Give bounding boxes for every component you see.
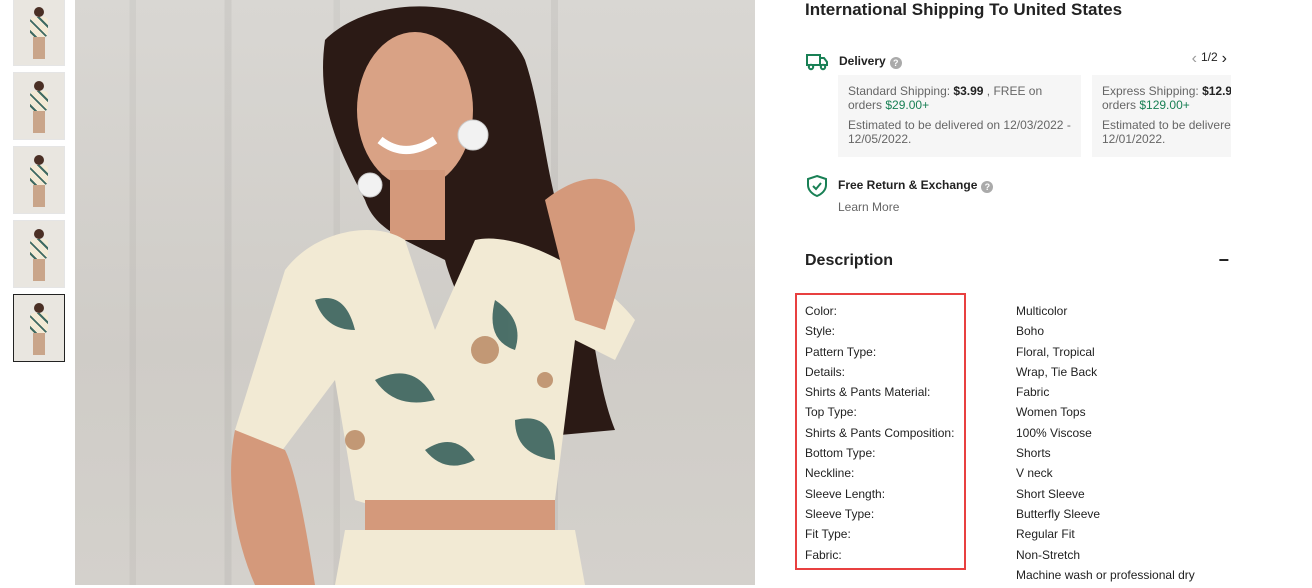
- thumbnail-3[interactable]: [13, 146, 65, 214]
- thumbnail-1[interactable]: [13, 0, 65, 66]
- option-estimate: Estimated to be delivered on 12/03/2022 …: [848, 118, 1071, 146]
- attribute-label: Fit Type:: [805, 527, 851, 542]
- free-return-text: Free Return & Exchange: [838, 178, 978, 192]
- thumbnail-4[interactable]: [13, 220, 65, 288]
- attribute-value: Shorts: [1016, 446, 1051, 461]
- chevron-right-icon[interactable]: ›: [1218, 50, 1231, 68]
- attribute-value: Floral, Tropical: [1016, 344, 1095, 359]
- attribute-label: Sleeve Length:: [805, 486, 886, 501]
- chevron-left-icon[interactable]: ‹: [1188, 50, 1201, 68]
- attribute-value: 100% Viscose: [1016, 425, 1092, 440]
- help-icon[interactable]: ?: [981, 181, 994, 193]
- attribute-value: Machine wash or professional dry: [1016, 567, 1195, 582]
- attribute-value: Butterfly Sleeve: [1016, 506, 1101, 521]
- attribute-value: Boho: [1016, 324, 1045, 339]
- attribute-label: Sleeve Type:: [805, 506, 875, 521]
- attribute-value: Women Tops: [1016, 405, 1086, 420]
- attribute-label: Pattern Type:: [805, 344, 877, 359]
- learn-more-link[interactable]: Learn More: [838, 200, 899, 214]
- shield-check-icon: [807, 174, 827, 198]
- shipping-options: Standard Shipping: $3.99 , FREE on order…: [838, 75, 1231, 157]
- attribute-label: Details:: [805, 364, 846, 379]
- attribute-label: Style:: [805, 324, 836, 339]
- attribute-value: V neck: [1016, 466, 1053, 481]
- attribute-value: Regular Fit: [1016, 527, 1075, 542]
- attribute-label: Shirts & Pants Material:: [805, 385, 931, 400]
- option-threshold: $29.00+: [885, 98, 930, 112]
- thumbnail-5[interactable]: [13, 294, 65, 362]
- option-prefix: Express Shipping:: [1102, 84, 1203, 98]
- attribute-label: Shirts & Pants Composition:: [805, 425, 955, 440]
- delivery-label: Delivery?: [839, 54, 902, 69]
- pager-count: 1/2: [1200, 50, 1218, 64]
- main-product-image[interactable]: [75, 0, 755, 585]
- attribute-label: Neckline:: [805, 466, 855, 481]
- option-mid: orders: [1102, 98, 1140, 112]
- shipping-option-card: Express Shipping: $12.9 orders $129.00+ …: [1092, 75, 1231, 157]
- description-header[interactable]: Description −: [805, 250, 1231, 274]
- shipping-pager: ‹ 1/2 ›: [1188, 50, 1231, 68]
- collapse-icon[interactable]: −: [1218, 250, 1229, 271]
- shipping-title: International Shipping To United States: [805, 0, 1123, 19]
- option-estimate: Estimated to be delivere - 12/01/2022.: [1102, 118, 1231, 146]
- option-price: $12.9: [1202, 84, 1231, 98]
- truck-icon: [806, 54, 828, 71]
- delivery-label-text: Delivery: [839, 54, 886, 68]
- help-icon[interactable]: ?: [889, 57, 902, 69]
- thumbnail-2[interactable]: [13, 72, 65, 140]
- attribute-value: Short Sleeve: [1016, 486, 1085, 501]
- delivery-row: Delivery? ‹ 1/2 ›: [805, 50, 1231, 74]
- attribute-label: Color:: [805, 304, 838, 318]
- attribute-label: Bottom Type:: [805, 446, 876, 461]
- option-price: $3.99: [953, 84, 984, 98]
- attribute-label: Top Type:: [805, 405, 857, 420]
- model-illustration: [231, 6, 635, 585]
- attribute-value: Non-Stretch: [1016, 547, 1081, 562]
- description-title: Description: [805, 252, 894, 269]
- attribute-label: Fabric:: [805, 547, 842, 562]
- shipping-option-card: Standard Shipping: $3.99 , FREE on order…: [838, 75, 1081, 157]
- free-return-label: Free Return & Exchange?: [838, 178, 994, 193]
- attribute-value: Wrap, Tie Back: [1016, 364, 1098, 379]
- option-prefix: Standard Shipping:: [848, 84, 954, 98]
- option-threshold: $129.00+: [1139, 98, 1190, 112]
- attribute-value: Fabric: [1016, 385, 1050, 400]
- attribute-value: Multicolor: [1016, 304, 1068, 318]
- thumbnail-strip: [13, 0, 65, 368]
